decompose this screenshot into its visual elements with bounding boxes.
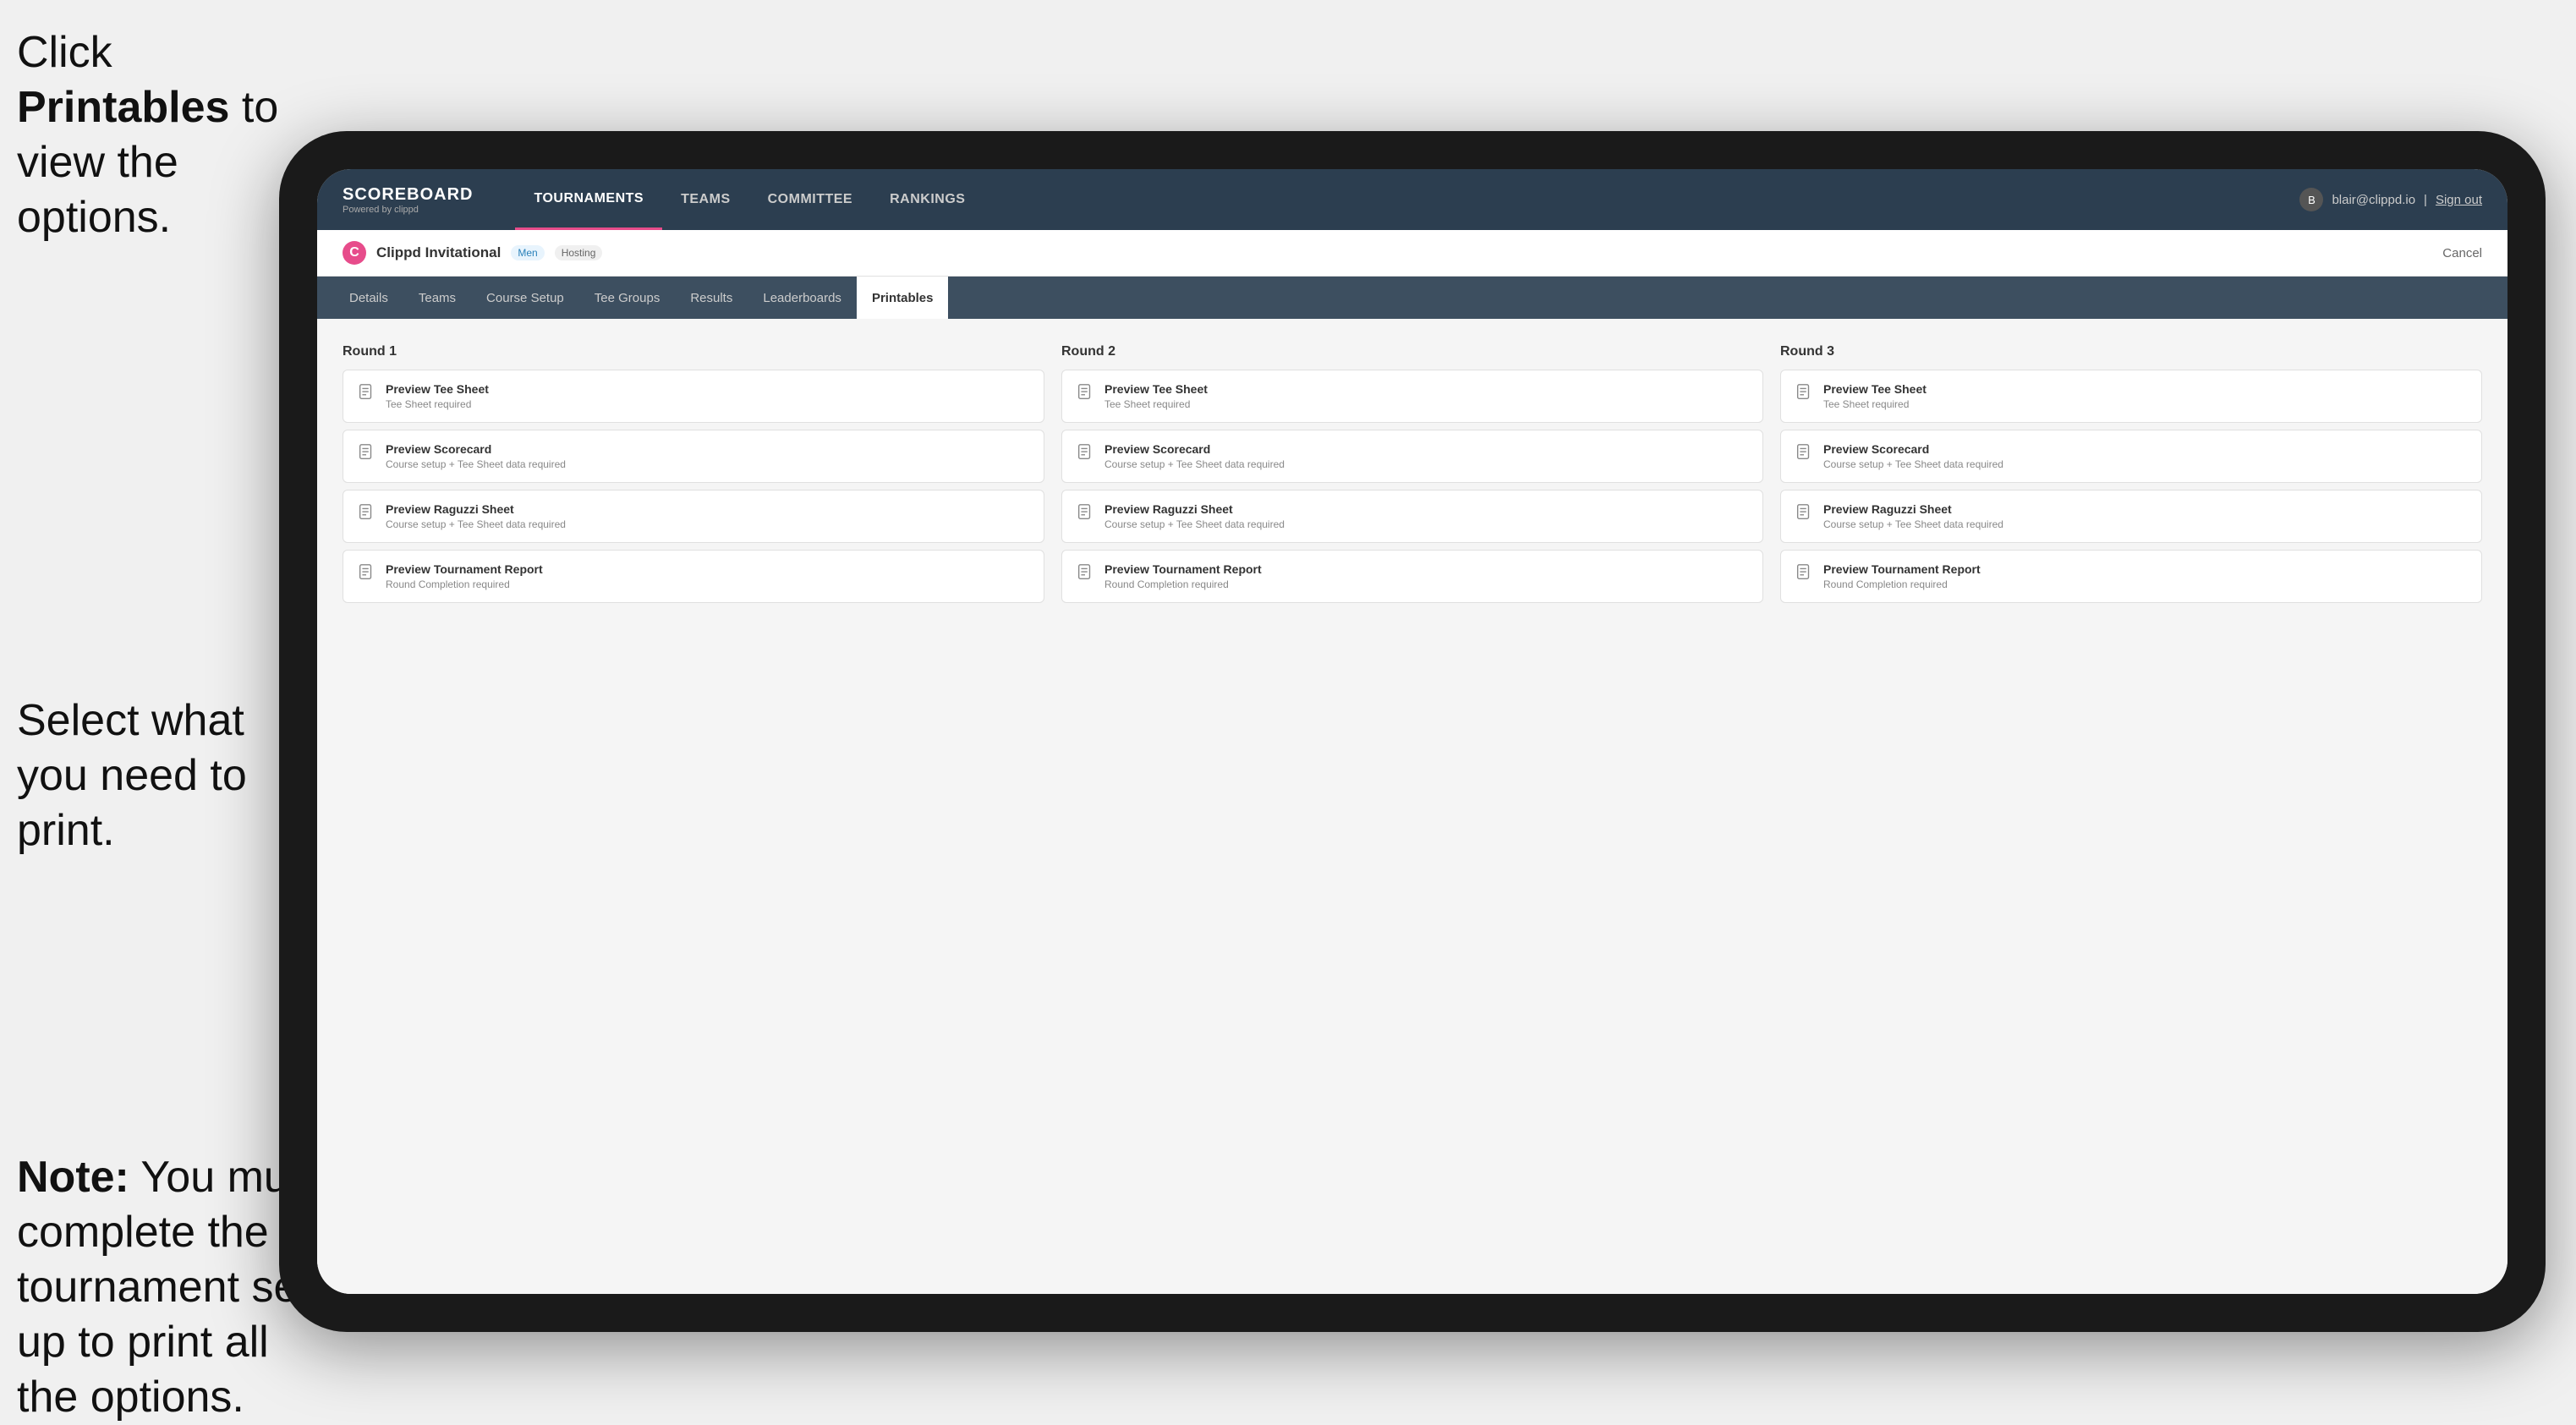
instruction-middle: Select what you need to print.: [17, 693, 288, 858]
round-3-raguzzi-title: Preview Raguzzi Sheet: [1823, 502, 2468, 516]
round-1-scorecard-content: Preview Scorecard Course setup + Tee She…: [386, 442, 1030, 470]
note-bold: Note:: [17, 1153, 129, 1202]
tab-course-setup[interactable]: Course Setup: [471, 277, 579, 319]
document-icon-4: [357, 563, 375, 582]
cancel-button[interactable]: Cancel: [2442, 246, 2482, 260]
round-1-section: Round 1 Preview Tee Sheet Tee S: [343, 344, 1044, 603]
hosting-badge: Hosting: [555, 245, 603, 260]
printables-bold: Printables: [17, 83, 229, 132]
tournament-info: C Clippd Invitational Men Hosting: [343, 241, 602, 265]
round-2-tournament-report[interactable]: Preview Tournament Report Round Completi…: [1061, 550, 1763, 603]
round-2-tee-sheet-title: Preview Tee Sheet: [1104, 382, 1749, 396]
tab-leaderboards[interactable]: Leaderboards: [748, 277, 857, 319]
round-1-title: Round 1: [343, 344, 1044, 359]
round-2-raguzzi[interactable]: Preview Raguzzi Sheet Course setup + Tee…: [1061, 490, 1763, 543]
tournament-logo: C: [343, 241, 366, 265]
round-2-cards: Preview Tee Sheet Tee Sheet required: [1061, 370, 1763, 603]
round-3-report-subtitle: Round Completion required: [1823, 578, 2468, 590]
round-3-cards: Preview Tee Sheet Tee Sheet required: [1780, 370, 2482, 603]
round-3-raguzzi-subtitle: Course setup + Tee Sheet data required: [1823, 518, 2468, 530]
round-1-tee-sheet-title: Preview Tee Sheet: [386, 382, 1030, 396]
round-1-tee-sheet-subtitle: Tee Sheet required: [386, 398, 1030, 410]
scoreboard-title: SCOREBOARD: [343, 185, 473, 205]
round-2-tee-sheet[interactable]: Preview Tee Sheet Tee Sheet required: [1061, 370, 1763, 423]
round-3-tee-sheet-title: Preview Tee Sheet: [1823, 382, 2468, 396]
document-icon-2: [357, 443, 375, 462]
tablet-screen: SCOREBOARD Powered by clippd TOURNAMENTS…: [317, 169, 2507, 1294]
round-1-cards: Preview Tee Sheet Tee Sheet required: [343, 370, 1044, 603]
doc-icon-r3-4: [1795, 563, 1813, 582]
tournament-badge: Men: [511, 245, 544, 260]
document-icon: [357, 383, 375, 402]
doc-icon-r3-2: [1795, 443, 1813, 462]
round-3-report-title: Preview Tournament Report: [1823, 562, 2468, 576]
nav-committee[interactable]: COMMITTEE: [749, 169, 872, 230]
doc-icon-r2-2: [1076, 443, 1094, 462]
doc-icon-r2-1: [1076, 383, 1094, 402]
round-2-scorecard-title: Preview Scorecard: [1104, 442, 1749, 456]
doc-icon-r2-3: [1076, 503, 1094, 522]
round-2-scorecard[interactable]: Preview Scorecard Course setup + Tee She…: [1061, 430, 1763, 483]
user-separator: |: [2424, 193, 2427, 207]
sign-out-link[interactable]: Sign out: [2436, 193, 2482, 207]
tournament-name: Clippd Invitational: [376, 244, 501, 261]
round-3-raguzzi[interactable]: Preview Raguzzi Sheet Course setup + Tee…: [1780, 490, 2482, 543]
round-1-scorecard[interactable]: Preview Scorecard Course setup + Tee She…: [343, 430, 1044, 483]
round-3-scorecard[interactable]: Preview Scorecard Course setup + Tee She…: [1780, 430, 2482, 483]
round-2-scorecard-subtitle: Course setup + Tee Sheet data required: [1104, 458, 1749, 470]
top-nav-links: TOURNAMENTS TEAMS COMMITTEE RANKINGS: [515, 169, 2299, 230]
round-3-scorecard-subtitle: Course setup + Tee Sheet data required: [1823, 458, 2468, 470]
round-1-raguzzi-subtitle: Course setup + Tee Sheet data required: [386, 518, 1030, 530]
nav-tournaments[interactable]: TOURNAMENTS: [515, 169, 662, 230]
round-1-raguzzi[interactable]: Preview Raguzzi Sheet Course setup + Tee…: [343, 490, 1044, 543]
round-1-raguzzi-title: Preview Raguzzi Sheet: [386, 502, 1030, 516]
instruction-top: Click Printables to view the options.: [17, 25, 288, 245]
tab-bar: Details Teams Course Setup Tee Groups Re…: [317, 277, 2507, 319]
round-1-scorecard-subtitle: Course setup + Tee Sheet data required: [386, 458, 1030, 470]
round-3-scorecard-title: Preview Scorecard: [1823, 442, 2468, 456]
round-2-title: Round 2: [1061, 344, 1763, 359]
tab-teams[interactable]: Teams: [403, 277, 471, 319]
round-2-report-subtitle: Round Completion required: [1104, 578, 1749, 590]
top-nav-user: B blair@clippd.io | Sign out: [2299, 188, 2482, 211]
doc-icon-r3-1: [1795, 383, 1813, 402]
round-1-raguzzi-content: Preview Raguzzi Sheet Course setup + Tee…: [386, 502, 1030, 530]
scoreboard-logo: SCOREBOARD Powered by clippd: [343, 185, 473, 215]
tab-details[interactable]: Details: [334, 277, 403, 319]
round-3-title: Round 3: [1780, 344, 2482, 359]
scoreboard-powered: Powered by clippd: [343, 205, 473, 215]
round-2-section: Round 2 Preview Tee Sheet Tee S: [1061, 344, 1763, 603]
round-1-report-title: Preview Tournament Report: [386, 562, 1030, 576]
nav-teams[interactable]: TEAMS: [662, 169, 749, 230]
round-1-report-subtitle: Round Completion required: [386, 578, 1030, 590]
round-3-section: Round 3 Preview Tee Sheet Tee S: [1780, 344, 2482, 603]
user-avatar: B: [2299, 188, 2323, 211]
tab-results[interactable]: Results: [675, 277, 748, 319]
round-1-tournament-report[interactable]: Preview Tournament Report Round Completi…: [343, 550, 1044, 603]
main-content: Round 1 Preview Tee Sheet Tee S: [317, 319, 2507, 1294]
rounds-container: Round 1 Preview Tee Sheet Tee S: [343, 344, 2482, 603]
document-icon-3: [357, 503, 375, 522]
doc-icon-r3-3: [1795, 503, 1813, 522]
round-3-tee-sheet-subtitle: Tee Sheet required: [1823, 398, 2468, 410]
doc-icon-r2-4: [1076, 563, 1094, 582]
sub-header: C Clippd Invitational Men Hosting Cancel: [317, 230, 2507, 277]
top-nav: SCOREBOARD Powered by clippd TOURNAMENTS…: [317, 169, 2507, 230]
round-2-tee-sheet-subtitle: Tee Sheet required: [1104, 398, 1749, 410]
round-1-report-content: Preview Tournament Report Round Completi…: [386, 562, 1030, 590]
round-1-tee-sheet[interactable]: Preview Tee Sheet Tee Sheet required: [343, 370, 1044, 423]
nav-rankings[interactable]: RANKINGS: [871, 169, 984, 230]
round-3-tournament-report[interactable]: Preview Tournament Report Round Completi…: [1780, 550, 2482, 603]
round-2-report-title: Preview Tournament Report: [1104, 562, 1749, 576]
user-email: blair@clippd.io: [2332, 193, 2415, 207]
round-2-raguzzi-title: Preview Raguzzi Sheet: [1104, 502, 1749, 516]
round-1-scorecard-title: Preview Scorecard: [386, 442, 1030, 456]
tab-tee-groups[interactable]: Tee Groups: [579, 277, 676, 319]
round-3-tee-sheet[interactable]: Preview Tee Sheet Tee Sheet required: [1780, 370, 2482, 423]
tablet-frame: SCOREBOARD Powered by clippd TOURNAMENTS…: [279, 131, 2546, 1332]
round-2-raguzzi-subtitle: Course setup + Tee Sheet data required: [1104, 518, 1749, 530]
tab-printables[interactable]: Printables: [857, 277, 949, 319]
round-1-tee-sheet-content: Preview Tee Sheet Tee Sheet required: [386, 382, 1030, 410]
